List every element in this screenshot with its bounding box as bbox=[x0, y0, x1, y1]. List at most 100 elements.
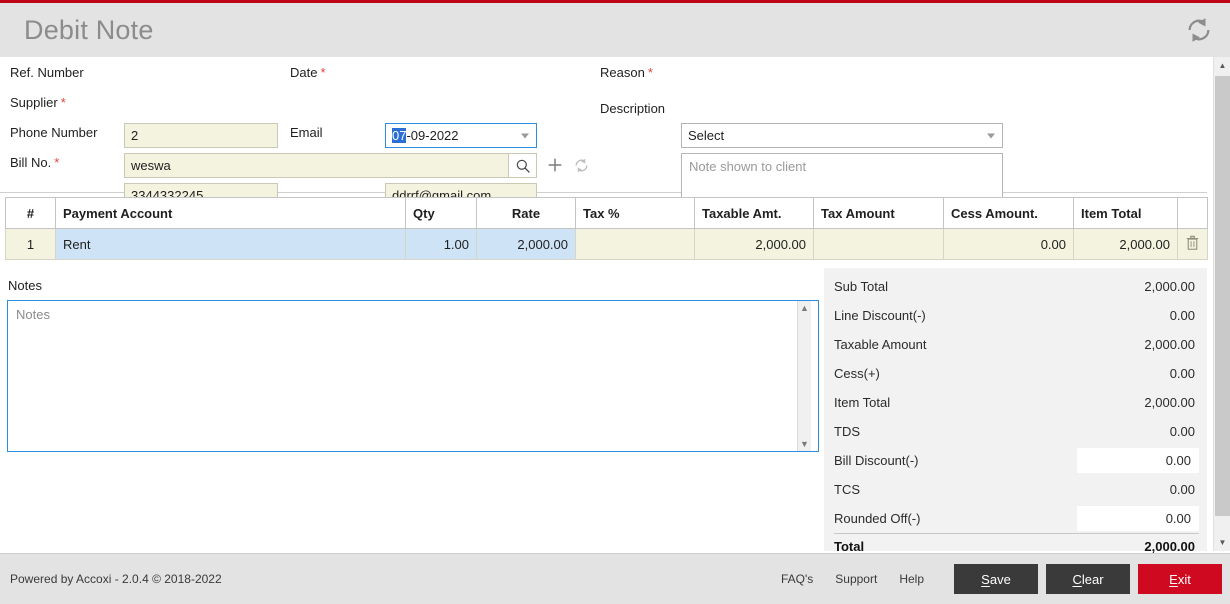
page-title: Debit Note bbox=[24, 14, 154, 45]
clear-button[interactable]: Clear bbox=[1046, 564, 1130, 594]
col-header-rate[interactable]: Rate bbox=[476, 197, 576, 229]
footer-bar: Powered by Accoxi - 2.0.4 © 2018-2022 FA… bbox=[0, 553, 1230, 604]
line-items-table: # Payment Account Qty Rate Tax % Taxable… bbox=[5, 197, 1208, 260]
col-header-taxable-amount[interactable]: Taxable Amt. bbox=[694, 197, 814, 229]
search-icon bbox=[516, 159, 530, 173]
description-field-group: Description bbox=[600, 101, 665, 116]
date-field-group: Date * bbox=[290, 65, 326, 80]
total-value: 0.00 bbox=[1169, 482, 1195, 497]
total-label: Bill Discount(-) bbox=[834, 453, 919, 468]
supplier-add-button[interactable] bbox=[544, 154, 566, 176]
footer-link-help[interactable]: Help bbox=[899, 572, 924, 586]
save-button[interactable]: Save bbox=[954, 564, 1038, 594]
refresh-icon bbox=[1188, 18, 1210, 42]
delete-row-button[interactable] bbox=[1177, 228, 1208, 260]
total-label: Taxable Amount bbox=[834, 337, 927, 352]
col-header-tax-amount[interactable]: Tax Amount bbox=[813, 197, 944, 229]
form-section: Ref. Number Date * 07-09-2022 Reason * S… bbox=[0, 57, 1207, 241]
scrollbar-thumb[interactable] bbox=[1215, 76, 1230, 516]
date-selected-segment: 07 bbox=[392, 128, 407, 143]
cell-item-total[interactable]: 2,000.00 bbox=[1073, 228, 1178, 260]
rounded-off-input[interactable]: 0.00 bbox=[1077, 506, 1199, 531]
cell-cess-amount[interactable]: 0.00 bbox=[943, 228, 1074, 260]
total-row-tds: TDS 0.00 bbox=[834, 417, 1199, 446]
total-row-rounded-off: Rounded Off(-) 0.00 bbox=[834, 504, 1199, 533]
ref-number-input[interactable] bbox=[124, 123, 278, 148]
total-value: 0.00 bbox=[1169, 308, 1195, 323]
scroll-up-button[interactable]: ▲ bbox=[1214, 57, 1230, 74]
table-row[interactable]: 1 Rent 1.00 2,000.00 2,000.00 0.00 2,000… bbox=[5, 228, 1208, 260]
save-button-label: ave bbox=[989, 571, 1011, 587]
supplier-field-group: Supplier * bbox=[10, 95, 66, 110]
reason-field-group: Reason * bbox=[600, 65, 653, 80]
total-row-bill-discount: Bill Discount(-) 0.00 bbox=[834, 446, 1199, 475]
total-row-item-total: Item Total 2,000.00 bbox=[834, 388, 1199, 417]
reason-select[interactable]: Select bbox=[681, 123, 1003, 148]
col-header-cess-amount[interactable]: Cess Amount. bbox=[943, 197, 1074, 229]
scroll-down-button[interactable]: ▼ bbox=[1214, 534, 1230, 551]
exit-button[interactable]: Exit bbox=[1138, 564, 1222, 594]
grand-total-label: Total bbox=[834, 539, 865, 554]
col-header-payment-account[interactable]: Payment Account bbox=[55, 197, 406, 229]
trash-icon bbox=[1186, 235, 1199, 250]
cell-taxable-amount[interactable]: 2,000.00 bbox=[694, 228, 814, 260]
scroll-up-icon[interactable]: ▲ bbox=[800, 303, 809, 313]
exit-button-label: xit bbox=[1177, 571, 1191, 587]
footer-link-support[interactable]: Support bbox=[835, 572, 877, 586]
totals-panel: Sub Total 2,000.00 Line Discount(-) 0.00… bbox=[824, 268, 1207, 554]
col-header-index[interactable]: # bbox=[5, 197, 56, 229]
description-label: Description bbox=[600, 101, 666, 116]
page-scrollbar[interactable]: ▲ ▼ bbox=[1213, 57, 1230, 551]
reason-required-marker: * bbox=[647, 65, 653, 80]
reason-selected-value: Select bbox=[688, 128, 725, 143]
total-row-tcs: TCS 0.00 bbox=[834, 475, 1199, 504]
scroll-down-icon[interactable]: ▼ bbox=[800, 439, 809, 449]
footer-actions: FAQ's Support Help Save Clear Exit bbox=[781, 564, 1230, 594]
phone-number-field-group: Phone Number bbox=[10, 125, 97, 140]
cell-tax-amount[interactable] bbox=[813, 228, 944, 260]
debit-note-window: Debit Note Ref. Number Date * 07-09-2022 bbox=[0, 0, 1230, 604]
col-header-item-total[interactable]: Item Total bbox=[1073, 197, 1178, 229]
date-label: Date bbox=[290, 65, 318, 80]
email-label: Email bbox=[290, 125, 323, 140]
phone-number-label: Phone Number bbox=[10, 125, 98, 140]
ref-number-label: Ref. Number bbox=[10, 65, 84, 80]
cell-payment-account[interactable]: Rent bbox=[55, 228, 406, 260]
notes-textarea[interactable] bbox=[7, 300, 819, 452]
cell-index: 1 bbox=[5, 228, 56, 260]
total-value: 0.00 bbox=[1169, 366, 1195, 381]
date-input[interactable]: 07 -09-2022 bbox=[385, 123, 537, 148]
footer-link-faqs[interactable]: FAQ's bbox=[781, 572, 813, 586]
supplier-label: Supplier bbox=[10, 95, 58, 110]
date-required-marker: * bbox=[320, 65, 326, 80]
col-header-tax-percent[interactable]: Tax % bbox=[575, 197, 695, 229]
clear-button-accel: C bbox=[1072, 571, 1082, 587]
supplier-search-button[interactable] bbox=[509, 153, 537, 178]
cell-qty[interactable]: 1.00 bbox=[405, 228, 477, 260]
total-label: Cess(+) bbox=[834, 366, 880, 381]
table-header-row: # Payment Account Qty Rate Tax % Taxable… bbox=[5, 197, 1208, 229]
notes-label: Notes bbox=[8, 278, 42, 293]
total-label: TCS bbox=[834, 482, 860, 497]
chevron-down-icon bbox=[987, 133, 995, 138]
window-refresh-button[interactable] bbox=[1184, 15, 1230, 45]
total-label: Rounded Off(-) bbox=[834, 511, 921, 526]
total-row-taxable-amount: Taxable Amount 2,000.00 bbox=[834, 330, 1199, 359]
total-value: 2,000.00 bbox=[1144, 337, 1195, 352]
col-header-actions bbox=[1177, 197, 1208, 229]
cell-tax-percent[interactable] bbox=[575, 228, 695, 260]
total-row-cess: Cess(+) 0.00 bbox=[834, 359, 1199, 388]
line-items-grid: # Payment Account Qty Rate Tax % Taxable… bbox=[5, 197, 1208, 260]
date-remaining-segment: -09-2022 bbox=[406, 128, 459, 143]
bill-no-required-marker: * bbox=[54, 155, 60, 170]
total-label: Item Total bbox=[834, 395, 891, 410]
plus-icon bbox=[548, 158, 562, 172]
supplier-refresh-button[interactable] bbox=[570, 154, 592, 176]
powered-by-text: Powered by Accoxi - 2.0.4 © 2018-2022 bbox=[10, 572, 222, 586]
notes-scrollbar[interactable]: ▲ ▼ bbox=[797, 301, 811, 451]
total-value: 2,000.00 bbox=[1144, 279, 1195, 294]
supplier-input[interactable] bbox=[124, 153, 509, 178]
cell-rate[interactable]: 2,000.00 bbox=[476, 228, 576, 260]
bill-discount-input[interactable]: 0.00 bbox=[1077, 448, 1199, 473]
col-header-qty[interactable]: Qty bbox=[405, 197, 477, 229]
